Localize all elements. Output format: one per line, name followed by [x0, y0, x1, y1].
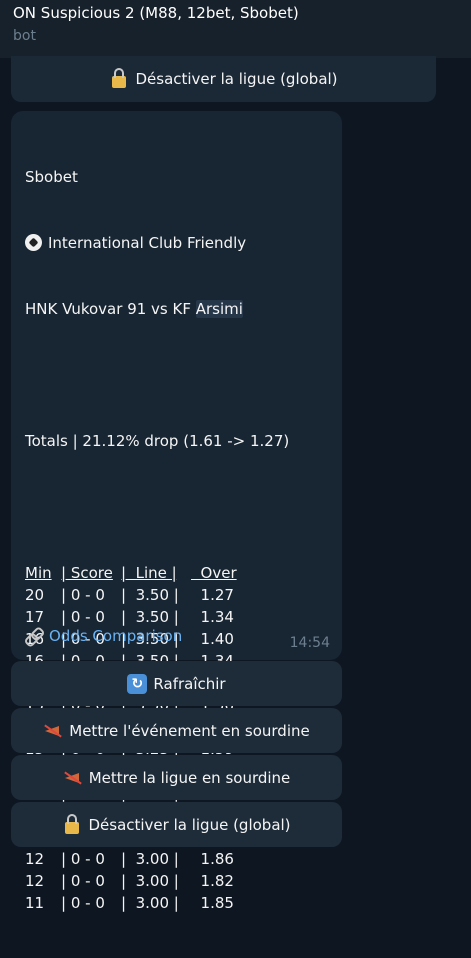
cell-over: 1.82	[191, 872, 234, 890]
cell-over: 1.40	[191, 630, 234, 648]
cell-line: | 3.00 |	[121, 894, 179, 912]
chat-title: ON Suspicious 2 (M88, 12bet, Sbobet)	[13, 4, 299, 22]
odds-comparison-link[interactable]: Odds Comparison	[25, 627, 182, 645]
totals-line: Totals | 21.12% drop (1.61 -> 1.27)	[25, 432, 290, 450]
cell-score: | 0 - 0	[61, 894, 105, 912]
link-icon	[25, 627, 43, 645]
league-name: International Club Friendly	[48, 234, 247, 252]
lock-icon	[62, 813, 82, 835]
lock-icon	[109, 68, 129, 89]
cell-min: 11	[25, 894, 45, 912]
match-line: HNK Vukovar 91 vs KF Arsimi	[25, 298, 289, 320]
message-time: 14:54	[289, 635, 330, 651]
bookmaker-name: Sbobet	[25, 168, 78, 186]
column-header-min: Min	[25, 564, 52, 582]
table-row: 11 | 0 - 0 | 3.00 | 1.85	[25, 892, 251, 914]
cell-min: 12	[25, 850, 45, 868]
cell-min: 12	[25, 872, 45, 890]
column-header-line: | Line |	[121, 564, 177, 582]
message-bubble: Sbobet International Club Friendly HNK V…	[11, 111, 342, 912]
cell-min: 17	[25, 608, 45, 626]
button-label: Mettre la ligue en sourdine	[88, 768, 291, 787]
disable-league-global-button-top[interactable]: Désactiver la ligue (global)	[11, 56, 436, 102]
button-label: Désactiver la ligue (global)	[135, 70, 338, 88]
odds-comparison-label: Odds Comparison	[49, 627, 183, 645]
cell-score: | 0 - 0	[61, 872, 105, 890]
cell-over: 1.86	[191, 850, 234, 868]
cell-score: | 0 - 0	[61, 608, 105, 626]
table-row: 12 | 0 - 0 | 3.00 | 1.82	[25, 870, 251, 892]
league-line: International Club Friendly	[25, 232, 289, 254]
cell-line: | 3.00 |	[121, 872, 179, 890]
match-team-highlight: Arsimi	[195, 300, 243, 318]
cell-over: 1.34	[191, 608, 234, 626]
disable-league-global-button[interactable]: Désactiver la ligue (global)	[11, 802, 342, 847]
chat-subtitle: bot	[13, 28, 36, 44]
cell-over: 1.85	[191, 894, 234, 912]
button-label: Désactiver la ligue (global)	[88, 815, 291, 834]
refresh-button[interactable]: ↻ Rafraîchir	[11, 661, 342, 706]
column-header-score: | Score	[61, 564, 113, 582]
refresh-icon: ↻	[127, 673, 148, 694]
cell-min: 20	[25, 586, 45, 604]
muted-speaker-icon	[43, 721, 63, 741]
column-header-over: Over	[191, 564, 237, 582]
button-label: Mettre l'événement en sourdine	[69, 721, 310, 740]
match-teams: HNK Vukovar 91 vs KF	[25, 300, 196, 318]
mute-event-button[interactable]: Mettre l'événement en sourdine	[11, 708, 342, 753]
table-header-row: Min | Score | Line | Over	[25, 562, 251, 584]
cell-line: | 3.00 |	[121, 850, 179, 868]
cell-line: | 3.50 |	[121, 586, 179, 604]
cell-score: | 0 - 0	[61, 850, 105, 868]
cell-score: | 0 - 0	[61, 586, 105, 604]
button-label: Rafraîchir	[153, 674, 226, 693]
table-row: 17 | 0 - 0 | 3.50 | 1.34	[25, 606, 251, 628]
soccer-ball-icon	[25, 234, 42, 251]
table-row: 20 | 0 - 0 | 3.50 | 1.27	[25, 584, 251, 606]
chat-header[interactable]: ON Suspicious 2 (M88, 12bet, Sbobet) bot	[0, 0, 471, 58]
table-row: 12 | 0 - 0 | 3.00 | 1.86	[25, 848, 251, 870]
cell-line: | 3.50 |	[121, 608, 179, 626]
mute-league-button[interactable]: Mettre la ligue en sourdine	[11, 755, 342, 800]
muted-speaker-icon	[63, 768, 83, 788]
cell-over: 1.27	[191, 586, 234, 604]
